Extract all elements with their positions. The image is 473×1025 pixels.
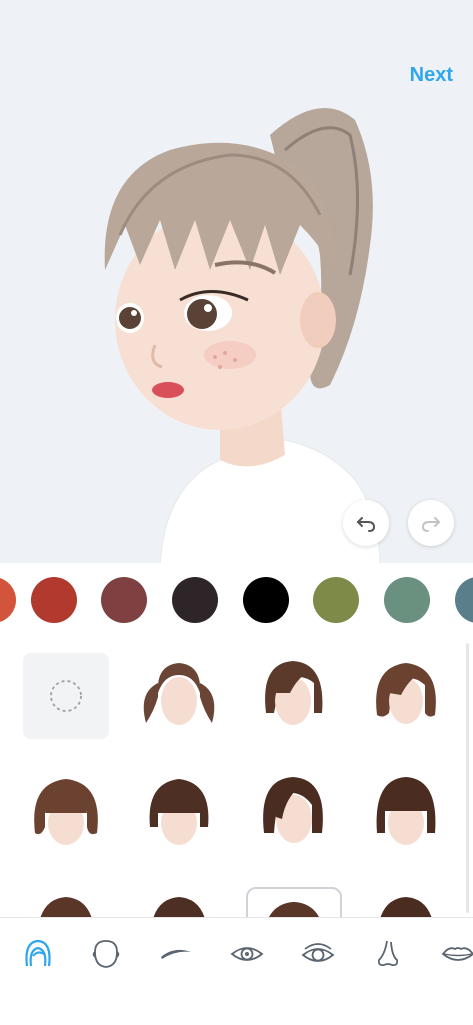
tab-nose[interactable] bbox=[364, 930, 412, 978]
hair-thumbnail bbox=[40, 897, 92, 917]
hair-style-sleek-bob[interactable] bbox=[250, 771, 336, 857]
hair-style-grid bbox=[0, 641, 473, 917]
tab-eye-detail[interactable] bbox=[294, 930, 342, 978]
next-button[interactable]: Next bbox=[410, 64, 453, 87]
grid-scrollbar[interactable] bbox=[466, 643, 469, 913]
color-swatch[interactable] bbox=[243, 577, 289, 623]
hair-thumbnail bbox=[265, 661, 323, 725]
hair-style-wavy-bangs-bob[interactable] bbox=[23, 771, 109, 857]
hair-thumbnail bbox=[376, 663, 436, 724]
eye-icon bbox=[230, 947, 264, 961]
hair-style-side-part-bob[interactable] bbox=[250, 653, 336, 739]
tab-face-shape[interactable] bbox=[82, 930, 130, 978]
empty-circle-icon bbox=[50, 680, 82, 712]
color-swatch[interactable] bbox=[31, 577, 77, 623]
hair-thumbnail bbox=[34, 779, 98, 845]
hair-thumbnail bbox=[149, 779, 209, 845]
hair-style-partial-2[interactable] bbox=[136, 889, 222, 917]
redo-button[interactable] bbox=[408, 500, 454, 546]
tab-lips[interactable] bbox=[434, 930, 473, 978]
avatar-preview: Next bbox=[0, 0, 473, 563]
hair-style-partial-1[interactable] bbox=[23, 889, 109, 917]
color-swatch[interactable] bbox=[313, 577, 359, 623]
eye-detail-icon bbox=[301, 943, 335, 962]
tab-eyes[interactable] bbox=[223, 930, 271, 978]
hair-thumbnail bbox=[380, 897, 432, 917]
redo-icon bbox=[421, 517, 441, 532]
color-swatch[interactable] bbox=[172, 577, 218, 623]
nose-icon bbox=[377, 940, 399, 967]
hair-style-blunt-bangs-bob[interactable] bbox=[363, 771, 449, 857]
hair-thumbnail bbox=[143, 663, 215, 725]
hair-thumbnail bbox=[263, 777, 323, 843]
color-swatch[interactable] bbox=[0, 577, 16, 623]
tab-eyebrow[interactable] bbox=[152, 930, 200, 978]
undo-button[interactable] bbox=[343, 500, 389, 546]
hair-style-bangs-bob[interactable] bbox=[136, 771, 222, 857]
hair-color-palette bbox=[0, 563, 473, 641]
hair-icon bbox=[25, 939, 51, 967]
category-tab-bar bbox=[0, 917, 473, 1025]
lips-icon bbox=[441, 947, 473, 961]
hair-style-none[interactable] bbox=[23, 653, 109, 739]
tab-hair[interactable] bbox=[14, 930, 62, 978]
hair-thumbnail bbox=[376, 777, 436, 845]
face-shape-icon bbox=[92, 940, 120, 968]
undo-icon bbox=[356, 517, 376, 532]
hair-thumbnail bbox=[153, 897, 205, 917]
hair-thumbnail bbox=[269, 901, 319, 917]
eyebrow-icon bbox=[161, 949, 191, 959]
color-swatch[interactable] bbox=[384, 577, 430, 623]
color-swatch[interactable] bbox=[101, 577, 147, 623]
color-swatch[interactable] bbox=[455, 577, 473, 623]
hair-style-partial-4[interactable] bbox=[363, 889, 449, 917]
hair-style-wavy-bob[interactable] bbox=[363, 653, 449, 739]
avatar-3d bbox=[104, 108, 381, 563]
hair-style-partial-3-selected[interactable] bbox=[246, 887, 342, 917]
hair-style-twin-tails[interactable] bbox=[136, 653, 222, 739]
